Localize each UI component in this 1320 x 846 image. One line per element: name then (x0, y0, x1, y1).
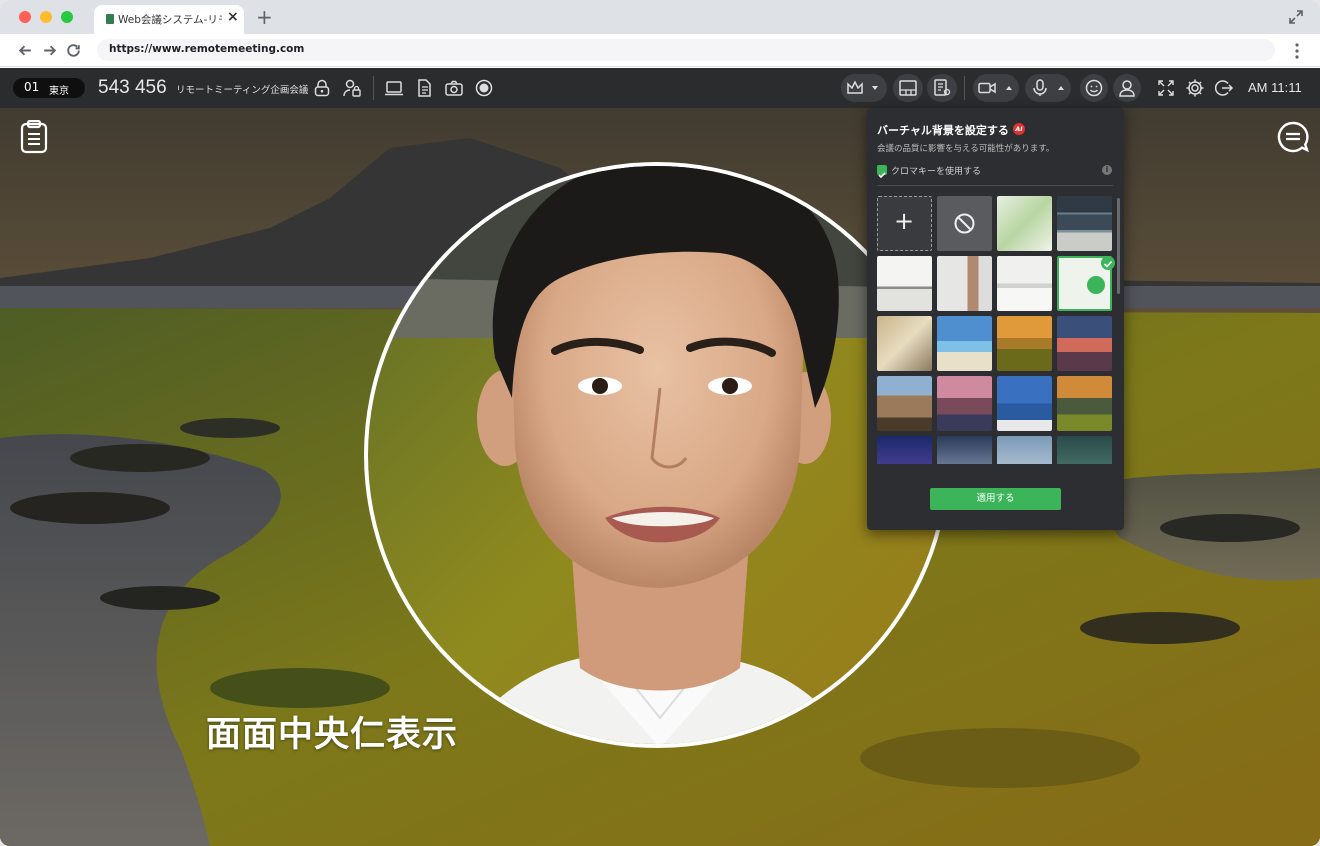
background-thumbnail[interactable] (1057, 196, 1112, 251)
background-thumbnail[interactable] (997, 196, 1052, 251)
back-arrow-icon[interactable] (17, 42, 34, 59)
background-thumbnail[interactable] (997, 376, 1052, 431)
add-background-button[interactable]: + (877, 196, 932, 251)
panel-warning: 会議の品質に影響を与える可能性があります。 (877, 144, 1055, 154)
meeting-id: 543 456 (98, 77, 167, 98)
tab-bar: Web会議システム-リモ... × + (0, 0, 1320, 34)
background-thumbnail[interactable] (1057, 376, 1112, 431)
caret-up-icon[interactable] (1003, 82, 1015, 94)
background-thumbnail[interactable] (997, 436, 1052, 464)
record-icon[interactable] (474, 78, 494, 98)
no-background-button[interactable] (937, 196, 992, 251)
gear-icon[interactable] (1185, 78, 1205, 98)
lock-icon[interactable] (312, 78, 332, 98)
new-tab-button[interactable]: + (256, 5, 273, 29)
background-thumbnail[interactable] (1057, 316, 1112, 371)
chroma-key-checkbox[interactable] (877, 165, 887, 179)
background-thumbnail-grid: + (877, 196, 1115, 464)
room-city: 東京 (49, 86, 69, 97)
chroma-key-label: クロマキーを使用する (891, 167, 982, 177)
background-thumbnail[interactable] (877, 256, 932, 311)
camera-icon[interactable] (444, 78, 464, 98)
apply-button[interactable]: 適用する (930, 488, 1061, 510)
document-icon[interactable] (414, 78, 434, 98)
background-thumbnail[interactable] (877, 436, 932, 464)
favicon-icon (106, 14, 114, 24)
close-window-button[interactable] (19, 11, 31, 23)
background-thumbnail[interactable] (877, 376, 932, 431)
toolbar-divider (373, 76, 374, 100)
layout-icon[interactable] (898, 78, 918, 98)
user-lock-icon[interactable] (342, 78, 362, 98)
background-thumbnail[interactable] (937, 316, 992, 371)
browser-menu-icon[interactable] (1292, 42, 1302, 60)
forward-arrow-icon[interactable] (41, 42, 58, 59)
caret-up-icon[interactable] (1055, 82, 1067, 94)
reload-icon[interactable] (65, 42, 82, 59)
background-thumbnail[interactable] (937, 256, 992, 311)
selected-background-mark (1087, 276, 1105, 294)
url-text: https://www.remotemeeting.com (109, 43, 305, 55)
panel-divider (877, 185, 1113, 186)
check-icon (1103, 260, 1113, 268)
room-badge: 01 東京 (13, 78, 85, 98)
thumbnail-scrollbar[interactable] (1117, 198, 1120, 294)
fullscreen-icon[interactable] (1156, 78, 1176, 98)
minimize-window-button[interactable] (40, 11, 52, 23)
toolbar-divider (964, 76, 965, 100)
prohibited-icon (954, 213, 975, 234)
ai-badge: AI (1013, 123, 1025, 135)
video-camera-icon[interactable] (977, 78, 997, 98)
maximize-window-button[interactable] (61, 11, 73, 23)
background-thumbnail[interactable] (997, 316, 1052, 371)
background-thumbnail[interactable] (1057, 436, 1112, 464)
background-thumbnail[interactable] (937, 376, 992, 431)
fullscreen-expand-icon[interactable] (1288, 9, 1304, 25)
url-field[interactable]: https://www.remotemeeting.com (97, 39, 1275, 61)
background-thumbnail[interactable] (997, 256, 1052, 311)
screen-share-icon[interactable] (384, 78, 404, 98)
check-icon (878, 172, 886, 179)
selected-check-badge (1101, 256, 1115, 270)
exit-icon[interactable] (1214, 78, 1234, 98)
panel-title: バーチャル背景を設定する (877, 124, 1009, 137)
tab-title: Web会議システム-リモ... (118, 14, 222, 26)
caption-text: 面面中央仁表示 (206, 715, 459, 755)
address-bar: https://www.remotemeeting.com (0, 34, 1320, 67)
microphone-icon[interactable] (1030, 78, 1050, 98)
caret-down-icon[interactable] (869, 82, 881, 94)
meeting-notes-icon[interactable] (932, 78, 952, 98)
meeting-toolbar: 01 東京 543 456 リモートミーティング企画会議 AM 11:11 (0, 68, 1320, 108)
clock: AM 11:11 (1248, 80, 1302, 95)
info-icon[interactable]: i (1102, 165, 1112, 175)
room-number: 01 (24, 80, 40, 94)
browser-tab[interactable]: Web会議システム-リモ... × (94, 5, 244, 34)
meeting-name: リモートミーティング企画会議 (176, 85, 309, 96)
plus-icon: + (894, 207, 915, 235)
participant-icon[interactable] (1117, 78, 1137, 98)
crown-icon[interactable] (845, 78, 865, 98)
background-thumbnail[interactable] (877, 316, 932, 371)
smiley-icon[interactable] (1084, 78, 1104, 98)
background-thumbnail[interactable] (937, 436, 992, 464)
tab-close-icon[interactable]: × (227, 9, 239, 25)
clipboard-icon[interactable] (20, 120, 48, 154)
browser-window: Web会議システム-リモ... × + https://www.remoteme… (0, 0, 1320, 846)
virtual-background-panel: バーチャル背景を設定する AI 会議の品質に影響を与える可能性があります。 クロ… (867, 108, 1124, 530)
chat-icon[interactable] (1276, 120, 1310, 154)
